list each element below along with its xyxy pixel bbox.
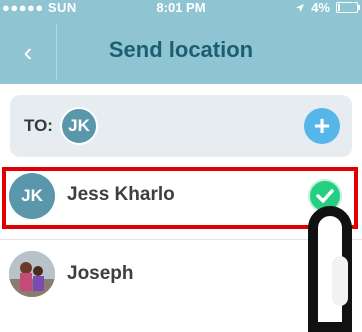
recipient-panel: TO: JK +: [10, 95, 352, 157]
add-recipient-button[interactable]: +: [304, 108, 340, 144]
nav-header: ●●●●● SUN 8:01 PM 4% ‹ Send location: [0, 0, 362, 84]
battery-percent: 4%: [311, 0, 330, 15]
location-arrow-icon: [296, 3, 305, 12]
avatar-photo: [9, 251, 55, 297]
gesture-overlay: [308, 206, 352, 332]
page-title: Send location: [108, 37, 254, 62]
to-label: TO:: [24, 116, 53, 135]
highlight-outline: [2, 167, 358, 229]
battery-icon: [336, 2, 360, 13]
recipient-chip[interactable]: JK: [60, 107, 98, 145]
contact-name: Joseph: [67, 263, 134, 284]
status-bar: ●●●●● SUN 8:01 PM 4%: [0, 0, 362, 17]
unselected-toggle[interactable]: [332, 256, 348, 306]
status-right: 4%: [295, 0, 360, 15]
